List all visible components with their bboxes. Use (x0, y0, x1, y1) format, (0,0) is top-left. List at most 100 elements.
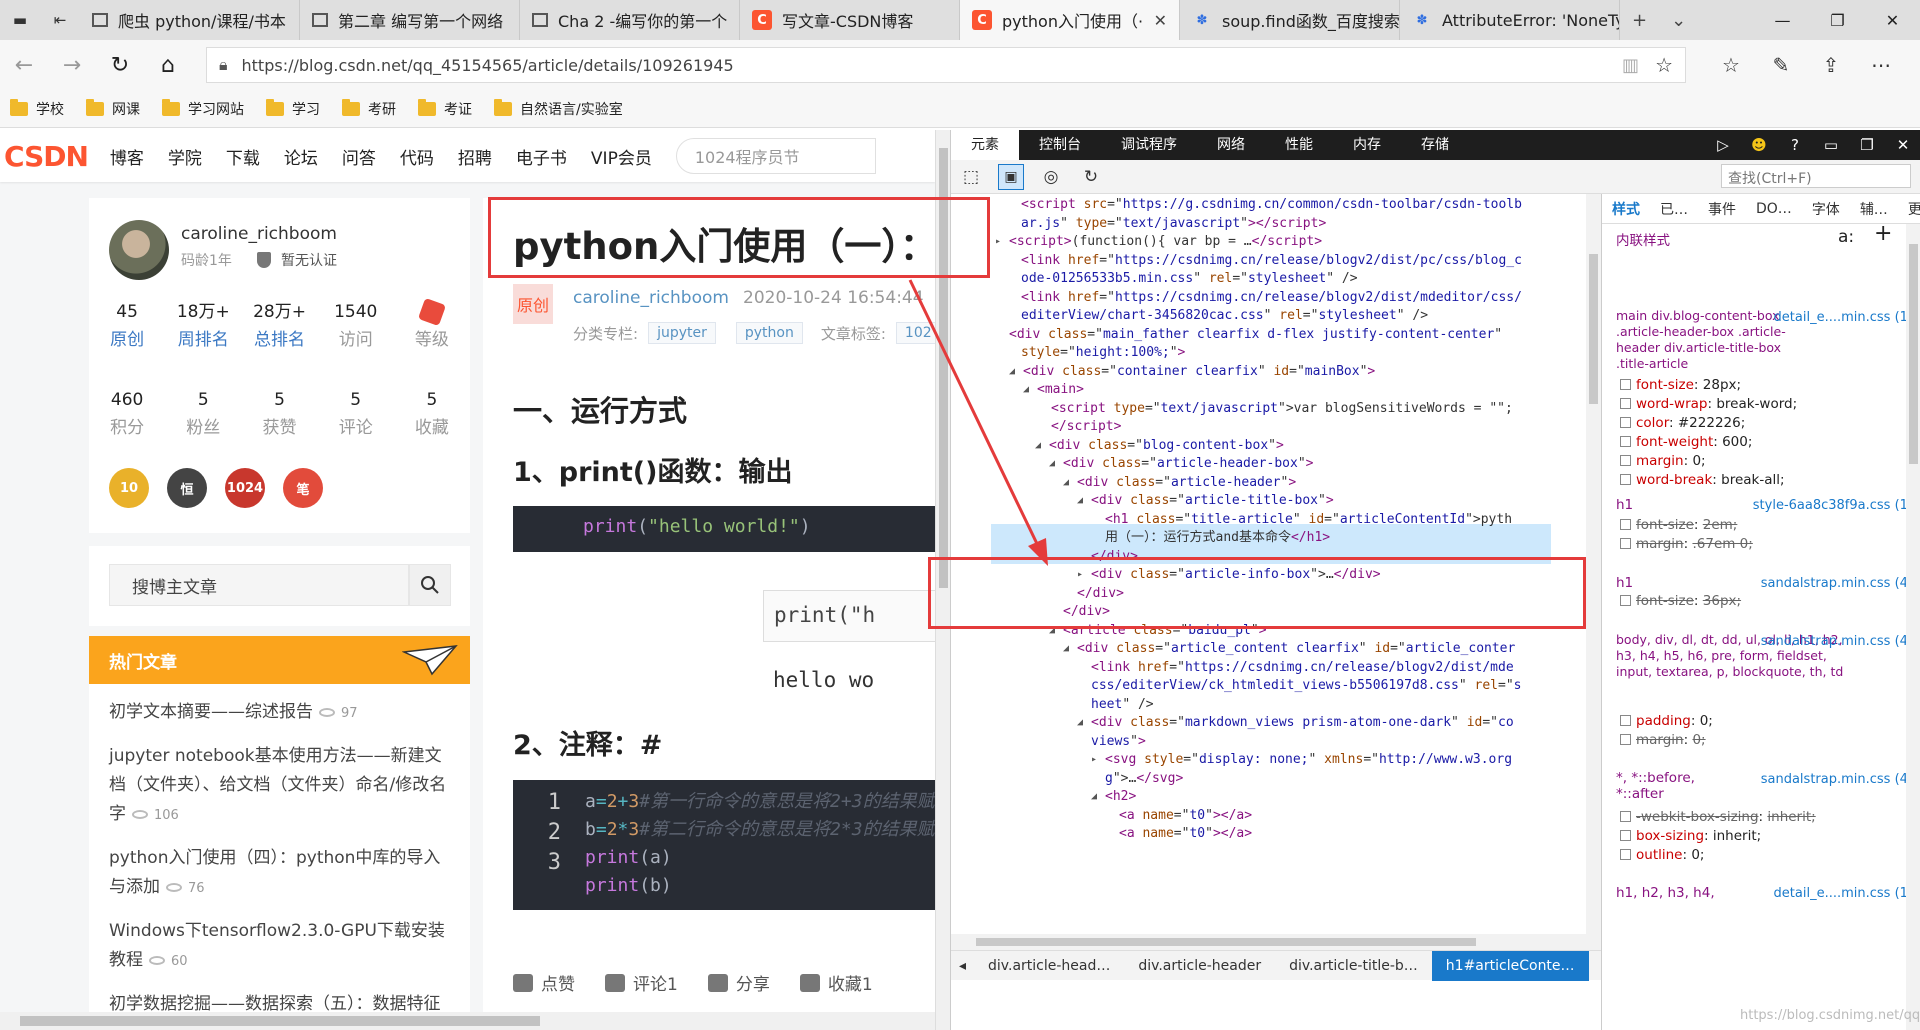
nav-link[interactable]: 问答 (342, 144, 376, 169)
dom-breadcrumb-item[interactable]: div.article-head… (974, 951, 1124, 981)
hot-article-item[interactable]: 初学文本摘要——综述报告 97 (89, 698, 470, 728)
dom-breadcrumb-item[interactable]: div.article-header (1124, 951, 1275, 981)
page-horizontal-scrollbar[interactable] (0, 1012, 935, 1030)
styles-tab[interactable]: 已… (1650, 199, 1698, 219)
new-tab-icon[interactable]: + (1620, 0, 1659, 40)
css-property[interactable]: margin: .67em 0; (1620, 535, 1753, 554)
expand-triangle-icon[interactable]: ◢ (1077, 492, 1083, 510)
styles-tab[interactable]: 辅… (1850, 199, 1898, 219)
dom-breadcrumb-item[interactable]: h1#articleConte… (1431, 950, 1589, 981)
dom-node-line[interactable]: </script> (1051, 418, 1121, 436)
css-property[interactable]: color: #222226; (1620, 414, 1745, 433)
browser-tab[interactable]: 爬虫 python/课程/书本 (80, 0, 300, 40)
dom-horizontal-scrollbar[interactable] (951, 934, 1601, 950)
devtools-tab[interactable]: 网络 (1197, 130, 1265, 160)
css-property[interactable]: margin: 0; (1620, 731, 1706, 750)
css-property[interactable]: font-size: 36px; (1620, 592, 1741, 611)
styles-tab[interactable]: 事件 (1698, 199, 1746, 219)
dom-node-line[interactable]: <div class="blog-content-box"> ◢ (1035, 437, 1284, 455)
dom-node-line[interactable]: ar.js" type="text/javascript"></script> (1021, 215, 1326, 233)
devtools-tab[interactable]: 元素 (951, 130, 1019, 160)
checkbox-icon[interactable] (1620, 435, 1631, 447)
profile-stat[interactable]: 28万+ 总排名 (241, 298, 317, 354)
favorite-folder[interactable]: 考研 (342, 98, 396, 119)
dom-node-line[interactable]: g">…</svg> (1105, 770, 1183, 788)
tab-back-icon[interactable]: ⇤ (40, 0, 80, 40)
more-menu-icon[interactable]: ⋯ (1856, 53, 1906, 77)
expand-triangle-icon[interactable]: ▸ (1091, 751, 1097, 769)
rule-selector[interactable]: *, *::before, *::after (1616, 770, 1706, 802)
nav-link[interactable]: 博客 (110, 144, 144, 169)
hot-article-title[interactable]: 初学文本摘要——综述报告 (109, 702, 313, 722)
styles-tab[interactable]: 样式 (1602, 199, 1650, 219)
hot-article-item[interactable]: Windows下tensorflow2.3.0-GPU下载安装教程 60 (89, 917, 470, 976)
dock-icon[interactable]: ▭ (1813, 136, 1849, 154)
css-source-link[interactable]: style-6aa8c38f9a.css (1) (1753, 498, 1913, 513)
hot-article-item[interactable]: python入门使用（四）：python中库的导入与添加 76 (89, 844, 470, 903)
css-property[interactable]: font-size: 28px; (1620, 376, 1741, 395)
category-chip[interactable]: jupyter (648, 322, 716, 344)
highlight-element-icon[interactable]: ▣ (998, 163, 1024, 190)
dom-node-line[interactable]: <svg style="display: none;" xmlns="http:… (1091, 751, 1512, 769)
scroll-thumb[interactable] (20, 1016, 540, 1026)
article-tool-button[interactable]: 分享 (707, 970, 770, 995)
back-icon[interactable]: ← (0, 53, 48, 78)
dom-node-line[interactable]: <link href="https://csdnimg.cn/release/b… (1091, 659, 1514, 677)
css-source-link[interactable]: sandalstrap.min.css (4) (1761, 772, 1913, 787)
dom-node-line[interactable]: <div class="article_content clearfix" id… (1063, 640, 1515, 658)
tab-menu-icon[interactable]: ▬ (0, 0, 40, 40)
profile-username[interactable]: caroline_richboom (181, 224, 337, 244)
dom-node-line[interactable]: <div class="container clearfix" id="main… (1009, 363, 1375, 381)
profile-stat[interactable]: 18万+ 周排名 (165, 298, 241, 354)
achievement-badge-icon[interactable]: 笔 (283, 468, 323, 508)
forward-icon[interactable]: → (48, 53, 96, 78)
article-tool-button[interactable]: 收藏1 (799, 970, 873, 995)
nav-link[interactable]: VIP会员 (591, 144, 652, 169)
dom-node-line[interactable]: <h1 class="title-article" id="articleCon… (1105, 511, 1512, 529)
dom-node-line[interactable]: css/editerView/ck_htmledit_views-b550619… (1091, 677, 1521, 695)
css-property[interactable]: font-weight: 600; (1620, 433, 1752, 452)
undock-icon[interactable]: ❐ (1849, 136, 1885, 154)
css-property[interactable]: box-sizing: inherit; (1620, 827, 1761, 846)
crumb-left-arrow-icon[interactable]: ◂ (951, 958, 974, 974)
checkbox-icon[interactable] (1620, 518, 1631, 530)
favorite-folder[interactable]: 学习网站 (162, 98, 244, 119)
article-author[interactable]: caroline_richboom (573, 288, 729, 308)
dom-node-line[interactable]: <div class="markdown_views prism-atom-on… (1077, 714, 1514, 732)
console-drawer-icon[interactable]: ▷ (1705, 136, 1741, 154)
add-rule-icon[interactable]: + (1874, 223, 1892, 245)
dom-node-line[interactable]: views"> (1091, 733, 1146, 751)
close-window-icon[interactable]: ✕ (1865, 0, 1920, 40)
browser-tab[interactable]: Cha 2 -编写你的第一个 (520, 0, 740, 40)
checkbox-icon[interactable] (1620, 454, 1631, 466)
dom-node-line[interactable]: <div class="article-title-box"> ◢ (1077, 492, 1334, 510)
profile-stat[interactable]: 1540 访问 (318, 298, 394, 354)
color-picker-icon[interactable]: ◎ (1031, 167, 1071, 187)
css-property[interactable]: font-size: 2em; (1620, 516, 1737, 535)
css-property[interactable]: word-break: break-all; (1620, 471, 1785, 490)
nav-link[interactable]: 代码 (400, 144, 434, 169)
article-tool-button[interactable]: 点赞 (513, 970, 575, 995)
dom-node-line[interactable]: <script type="text/javascript">var blogS… (1051, 400, 1513, 418)
dom-vertical-scrollbar[interactable] (1586, 194, 1601, 934)
devtools-tab[interactable]: 内存 (1333, 130, 1401, 160)
styles-scrollbar[interactable] (1906, 224, 1920, 1030)
profile-stat[interactable]: 45 原创 (89, 298, 165, 354)
rule-selector[interactable]: h1, h2, h3, h4, (1616, 884, 1715, 903)
devtools-tab[interactable]: 调试程序 (1101, 130, 1197, 160)
nav-search-input[interactable]: 1024程序员节 (675, 138, 876, 174)
expand-triangle-icon[interactable]: ◢ (1063, 474, 1069, 492)
share-icon[interactable]: ⇪ (1806, 53, 1856, 77)
css-source-link[interactable]: detail_e....min.css (1) (1774, 886, 1913, 901)
checkbox-icon[interactable] (1620, 829, 1631, 841)
styles-tab[interactable]: DO… (1746, 201, 1802, 217)
scroll-thumb[interactable] (1909, 244, 1918, 464)
expand-triangle-icon[interactable]: ◢ (1091, 788, 1097, 806)
dom-node-line[interactable]: ode-01256533b5.min.css" rel="stylesheet"… (1021, 270, 1358, 288)
checkbox-icon[interactable] (1620, 416, 1631, 428)
browser-tab[interactable]: C 写文章-CSDN博客 (740, 0, 960, 40)
browser-tab[interactable]: ✽ soup.find函数_百度搜索 (1180, 0, 1400, 40)
dom-node-line[interactable]: <link href="https://csdnimg.cn/release/b… (1021, 252, 1522, 270)
expand-triangle-icon[interactable]: ◢ (1063, 640, 1069, 658)
refresh-icon[interactable]: ↻ (96, 53, 144, 78)
